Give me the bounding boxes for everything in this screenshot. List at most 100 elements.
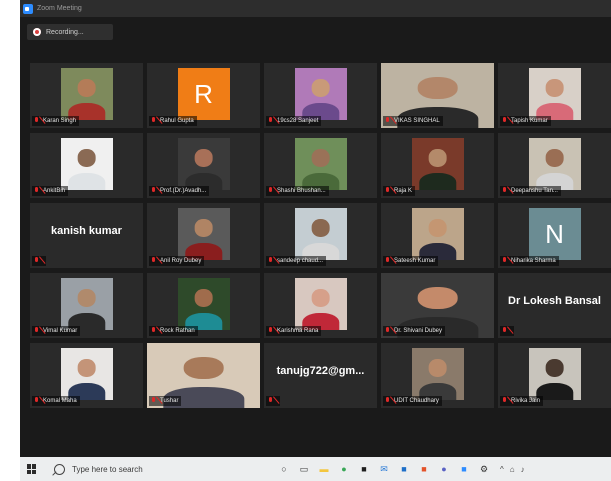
participant-name-label: Tushar [149, 396, 182, 406]
participant-tile[interactable]: Tushar [147, 343, 260, 408]
participant-name: Komal Maha [43, 398, 77, 404]
speaker-icon[interactable]: ♪ [521, 465, 525, 474]
chrome-icon[interactable]: ● [338, 463, 350, 475]
participant-name: Karan Singh [43, 118, 77, 124]
mic-muted-icon [150, 117, 157, 125]
participant-name: Prof.(Dr.)Avadh... [160, 188, 207, 194]
mic-muted-icon [267, 117, 274, 125]
recording-label: Recording... [46, 28, 84, 36]
participant-tile[interactable]: UDIT Chaudhary [381, 343, 494, 408]
participant-tile[interactable]: R Rahul Gupta [147, 63, 260, 128]
office-icon[interactable]: ■ [418, 463, 430, 475]
taskbar-pinned-apps: ○ ▭ ▬ ● ■ ✉ ■ ■ ● ■ ⚙ [278, 463, 490, 475]
participant-tile[interactable]: tanujg722@gm... [264, 343, 377, 408]
participant-photo [177, 208, 230, 260]
participant-name-label: Rock Rathan [149, 326, 198, 336]
participant-tile[interactable]: VIKAS SINGHAL [381, 63, 494, 128]
participant-name: sandeep chaud... [277, 258, 324, 264]
participant-photo [294, 208, 347, 260]
participant-tile[interactable]: N Niharika Sharma [498, 203, 611, 268]
mic-muted-icon [150, 187, 157, 195]
participant-tile[interactable]: Vimal Kumar [30, 273, 143, 338]
participant-name: 19cs28 Sanjeet [277, 118, 319, 124]
teams-icon[interactable]: ● [438, 463, 450, 475]
participant-tile[interactable]: Rivika Jain [498, 343, 611, 408]
participant-name-label: Raja K [383, 186, 416, 196]
participant-tile[interactable]: Raja K [381, 133, 494, 198]
participant-name-label: Vimal Kumar [32, 326, 81, 336]
participant-tile[interactable]: sandeep chaud... [264, 203, 377, 268]
participant-tile[interactable]: 19cs28 Sanjeet [264, 63, 377, 128]
participant-tile[interactable]: Karishma Rana [264, 273, 377, 338]
participant-tile[interactable]: AnkitBih [30, 133, 143, 198]
participant-tile[interactable]: Rock Rathan [147, 273, 260, 338]
mic-muted-icon [501, 257, 508, 265]
participant-photo [411, 208, 464, 260]
network-icon[interactable]: ⌂ [510, 465, 515, 474]
participant-tile[interactable]: Dr Lokesh Bansal [498, 273, 611, 338]
participant-tile[interactable]: Prof.(Dr.)Avadh... [147, 133, 260, 198]
participant-display-name: tanujg722@gm... [276, 365, 365, 377]
windows-start-icon[interactable] [20, 457, 44, 481]
settings-icon[interactable]: ⚙ [478, 463, 490, 475]
participant-name: Tushar [160, 398, 179, 404]
participant-tile[interactable]: Anil Roy Dubey [147, 203, 260, 268]
participant-name: VIKAS SINGHAL [394, 118, 440, 124]
search-icon [54, 463, 65, 475]
participant-tile[interactable]: kanish kumar [30, 203, 143, 268]
zoom-app-icon [23, 3, 33, 14]
participant-tile[interactable]: Komal Maha [30, 343, 143, 408]
participant-name: Sateesh Kumar [394, 258, 436, 264]
recording-icon [33, 28, 41, 36]
cortana-icon[interactable]: ○ [278, 463, 290, 475]
outlook-icon[interactable]: ■ [398, 463, 410, 475]
mic-muted-icon [384, 187, 391, 195]
mic-muted-icon [384, 327, 391, 335]
participant-name-label: Sateesh Kumar [383, 256, 439, 266]
participant-name-label: Komal Maha [32, 396, 80, 406]
mic-muted-icon [267, 257, 274, 265]
tray-chevron-icon[interactable]: ^ [500, 465, 504, 474]
mic-muted-icon [150, 257, 157, 265]
participant-photo [294, 138, 347, 190]
mic-muted-icon [150, 327, 157, 335]
participant-name-label [500, 326, 514, 336]
participant-tile[interactable]: Deepanshu Tan... [498, 133, 611, 198]
participant-photo [60, 348, 113, 400]
participant-name-label: UDIT Chaudhary [383, 396, 442, 406]
mic-muted-icon [33, 187, 40, 195]
participant-name: Karishma Rana [277, 328, 319, 334]
participant-display-name: kanish kumar [51, 225, 122, 237]
participant-tile[interactable]: Shashi Bhushan... [264, 133, 377, 198]
participant-name-label: Deepanshu Tan... [500, 186, 561, 196]
participant-name: Tapish Kumar [511, 118, 548, 124]
participant-name-label: AnkitBih [32, 186, 69, 196]
participant-photo [177, 278, 230, 330]
participant-tile[interactable]: Karan Singh [30, 63, 143, 128]
participant-name-label: Anil Roy Dubey [149, 256, 205, 266]
mail-icon[interactable]: ✉ [378, 463, 390, 475]
participant-name: Shashi Bhushan... [277, 188, 326, 194]
mic-muted-icon [501, 327, 508, 335]
file-explorer-icon[interactable]: ▬ [318, 463, 330, 475]
participant-tile[interactable]: Dr. Shivani Dubey [381, 273, 494, 338]
mic-muted-icon [267, 397, 274, 405]
participant-name-label: sandeep chaud... [266, 256, 327, 266]
recording-indicator[interactable]: Recording... [27, 24, 113, 40]
mic-muted-icon [150, 397, 157, 405]
task-view-icon[interactable]: ▭ [298, 463, 310, 475]
participant-photo [60, 138, 113, 190]
participant-name-label: Karan Singh [32, 116, 80, 126]
zoom-icon[interactable]: ■ [458, 463, 470, 475]
participant-tile[interactable]: Sateesh Kumar [381, 203, 494, 268]
store-icon[interactable]: ■ [358, 463, 370, 475]
participant-display-name: Dr Lokesh Bansal [508, 295, 601, 307]
participant-name: Deepanshu Tan... [511, 188, 558, 194]
mic-muted-icon [384, 397, 391, 405]
participant-name: AnkitBih [43, 188, 66, 194]
participant-tile[interactable]: Tapish Kumar [498, 63, 611, 128]
taskbar-search-box[interactable]: Type here to search [44, 457, 272, 481]
mic-muted-icon [267, 327, 274, 335]
mic-muted-icon [501, 187, 508, 195]
participant-name-label: Tapish Kumar [500, 116, 551, 126]
